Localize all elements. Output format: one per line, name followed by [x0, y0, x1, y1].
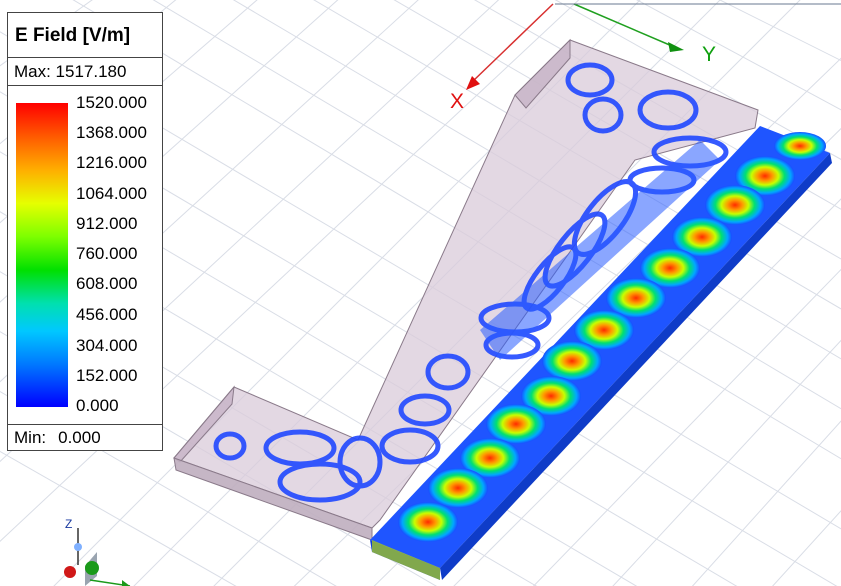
legend-tick: 1368.000: [76, 123, 147, 142]
z-axis-label: Z: [65, 517, 72, 531]
legend-max: Max: 1517.180: [8, 58, 162, 86]
field-hotspot: [542, 341, 602, 381]
field-hotspot: [774, 132, 826, 160]
legend-tick: 760.000: [76, 244, 138, 263]
field-hotspot: [398, 502, 458, 542]
legend-tick: 912.000: [76, 214, 138, 233]
legend-min: Min: 0.000: [8, 424, 162, 450]
field-legend: E Field [V/m] Max: 1517.180 1520.000 136…: [7, 12, 163, 451]
field-hotspot: [428, 468, 488, 508]
legend-title: E Field [V/m]: [8, 13, 162, 58]
y-axis-label: Y: [702, 43, 716, 66]
legend-color-bar: [16, 103, 68, 407]
legend-tick: 0.000: [76, 396, 119, 415]
legend-tick: 608.000: [76, 274, 138, 293]
orientation-triad: [64, 528, 131, 586]
legend-min-label: Min:: [14, 428, 47, 447]
legend-tick: 152.000: [76, 366, 138, 385]
legend-tick: 1520.000: [76, 93, 147, 112]
x-axis-label: X: [450, 90, 464, 113]
legend-tick: 1216.000: [76, 153, 147, 172]
legend-tick: 304.000: [76, 336, 138, 355]
legend-min-value: 0.000: [58, 428, 101, 447]
field-hotspot: [486, 404, 546, 444]
legend-tick: 456.000: [76, 305, 138, 324]
legend-tick: 1064.000: [76, 184, 147, 203]
